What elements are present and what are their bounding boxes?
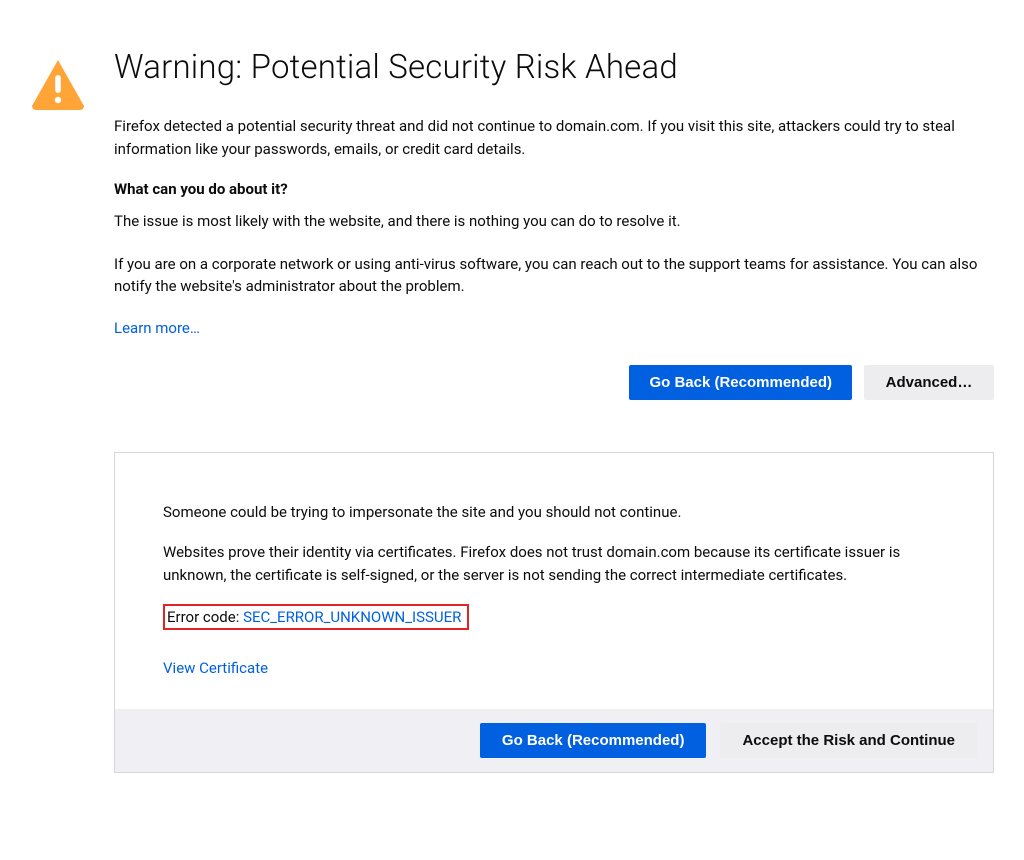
view-certificate-link[interactable]: View Certificate (163, 659, 268, 677)
panel-text-2: Websites prove their identity via certif… (163, 541, 945, 586)
paragraph-1: The issue is most likely with the websit… (114, 210, 994, 233)
accept-risk-button[interactable]: Accept the Risk and Continue (720, 723, 977, 758)
advanced-panel-footer: Go Back (Recommended) Accept the Risk an… (115, 709, 993, 772)
warning-triangle-icon (30, 95, 86, 114)
page-title: Warning: Potential Security Risk Ahead (114, 48, 994, 87)
learn-more-link[interactable]: Learn more… (114, 319, 200, 337)
go-back-button[interactable]: Go Back (Recommended) (629, 365, 852, 400)
error-code-link[interactable]: SEC_ERROR_UNKNOWN_ISSUER (243, 608, 461, 626)
panel-text-1: Someone could be trying to impersonate t… (163, 501, 945, 524)
go-back-button-panel[interactable]: Go Back (Recommended) (480, 723, 707, 758)
paragraph-2: If you are on a corporate network or usi… (114, 253, 994, 298)
content-column: Warning: Potential Security Risk Ahead F… (114, 48, 994, 773)
intro-text: Firefox detected a potential security th… (114, 115, 994, 160)
icon-column (30, 48, 90, 773)
subheading: What can you do about it? (114, 180, 994, 198)
security-warning-page: Warning: Potential Security Risk Ahead F… (30, 48, 994, 773)
advanced-panel-body: Someone could be trying to impersonate t… (115, 453, 993, 710)
advanced-button[interactable]: Advanced… (864, 365, 994, 400)
button-row-top: Go Back (Recommended) Advanced… (114, 365, 994, 400)
advanced-panel: Someone could be trying to impersonate t… (114, 452, 994, 774)
error-code-label: Error code: (167, 608, 243, 626)
error-code-highlight: Error code: SEC_ERROR_UNKNOWN_ISSUER (163, 604, 469, 630)
